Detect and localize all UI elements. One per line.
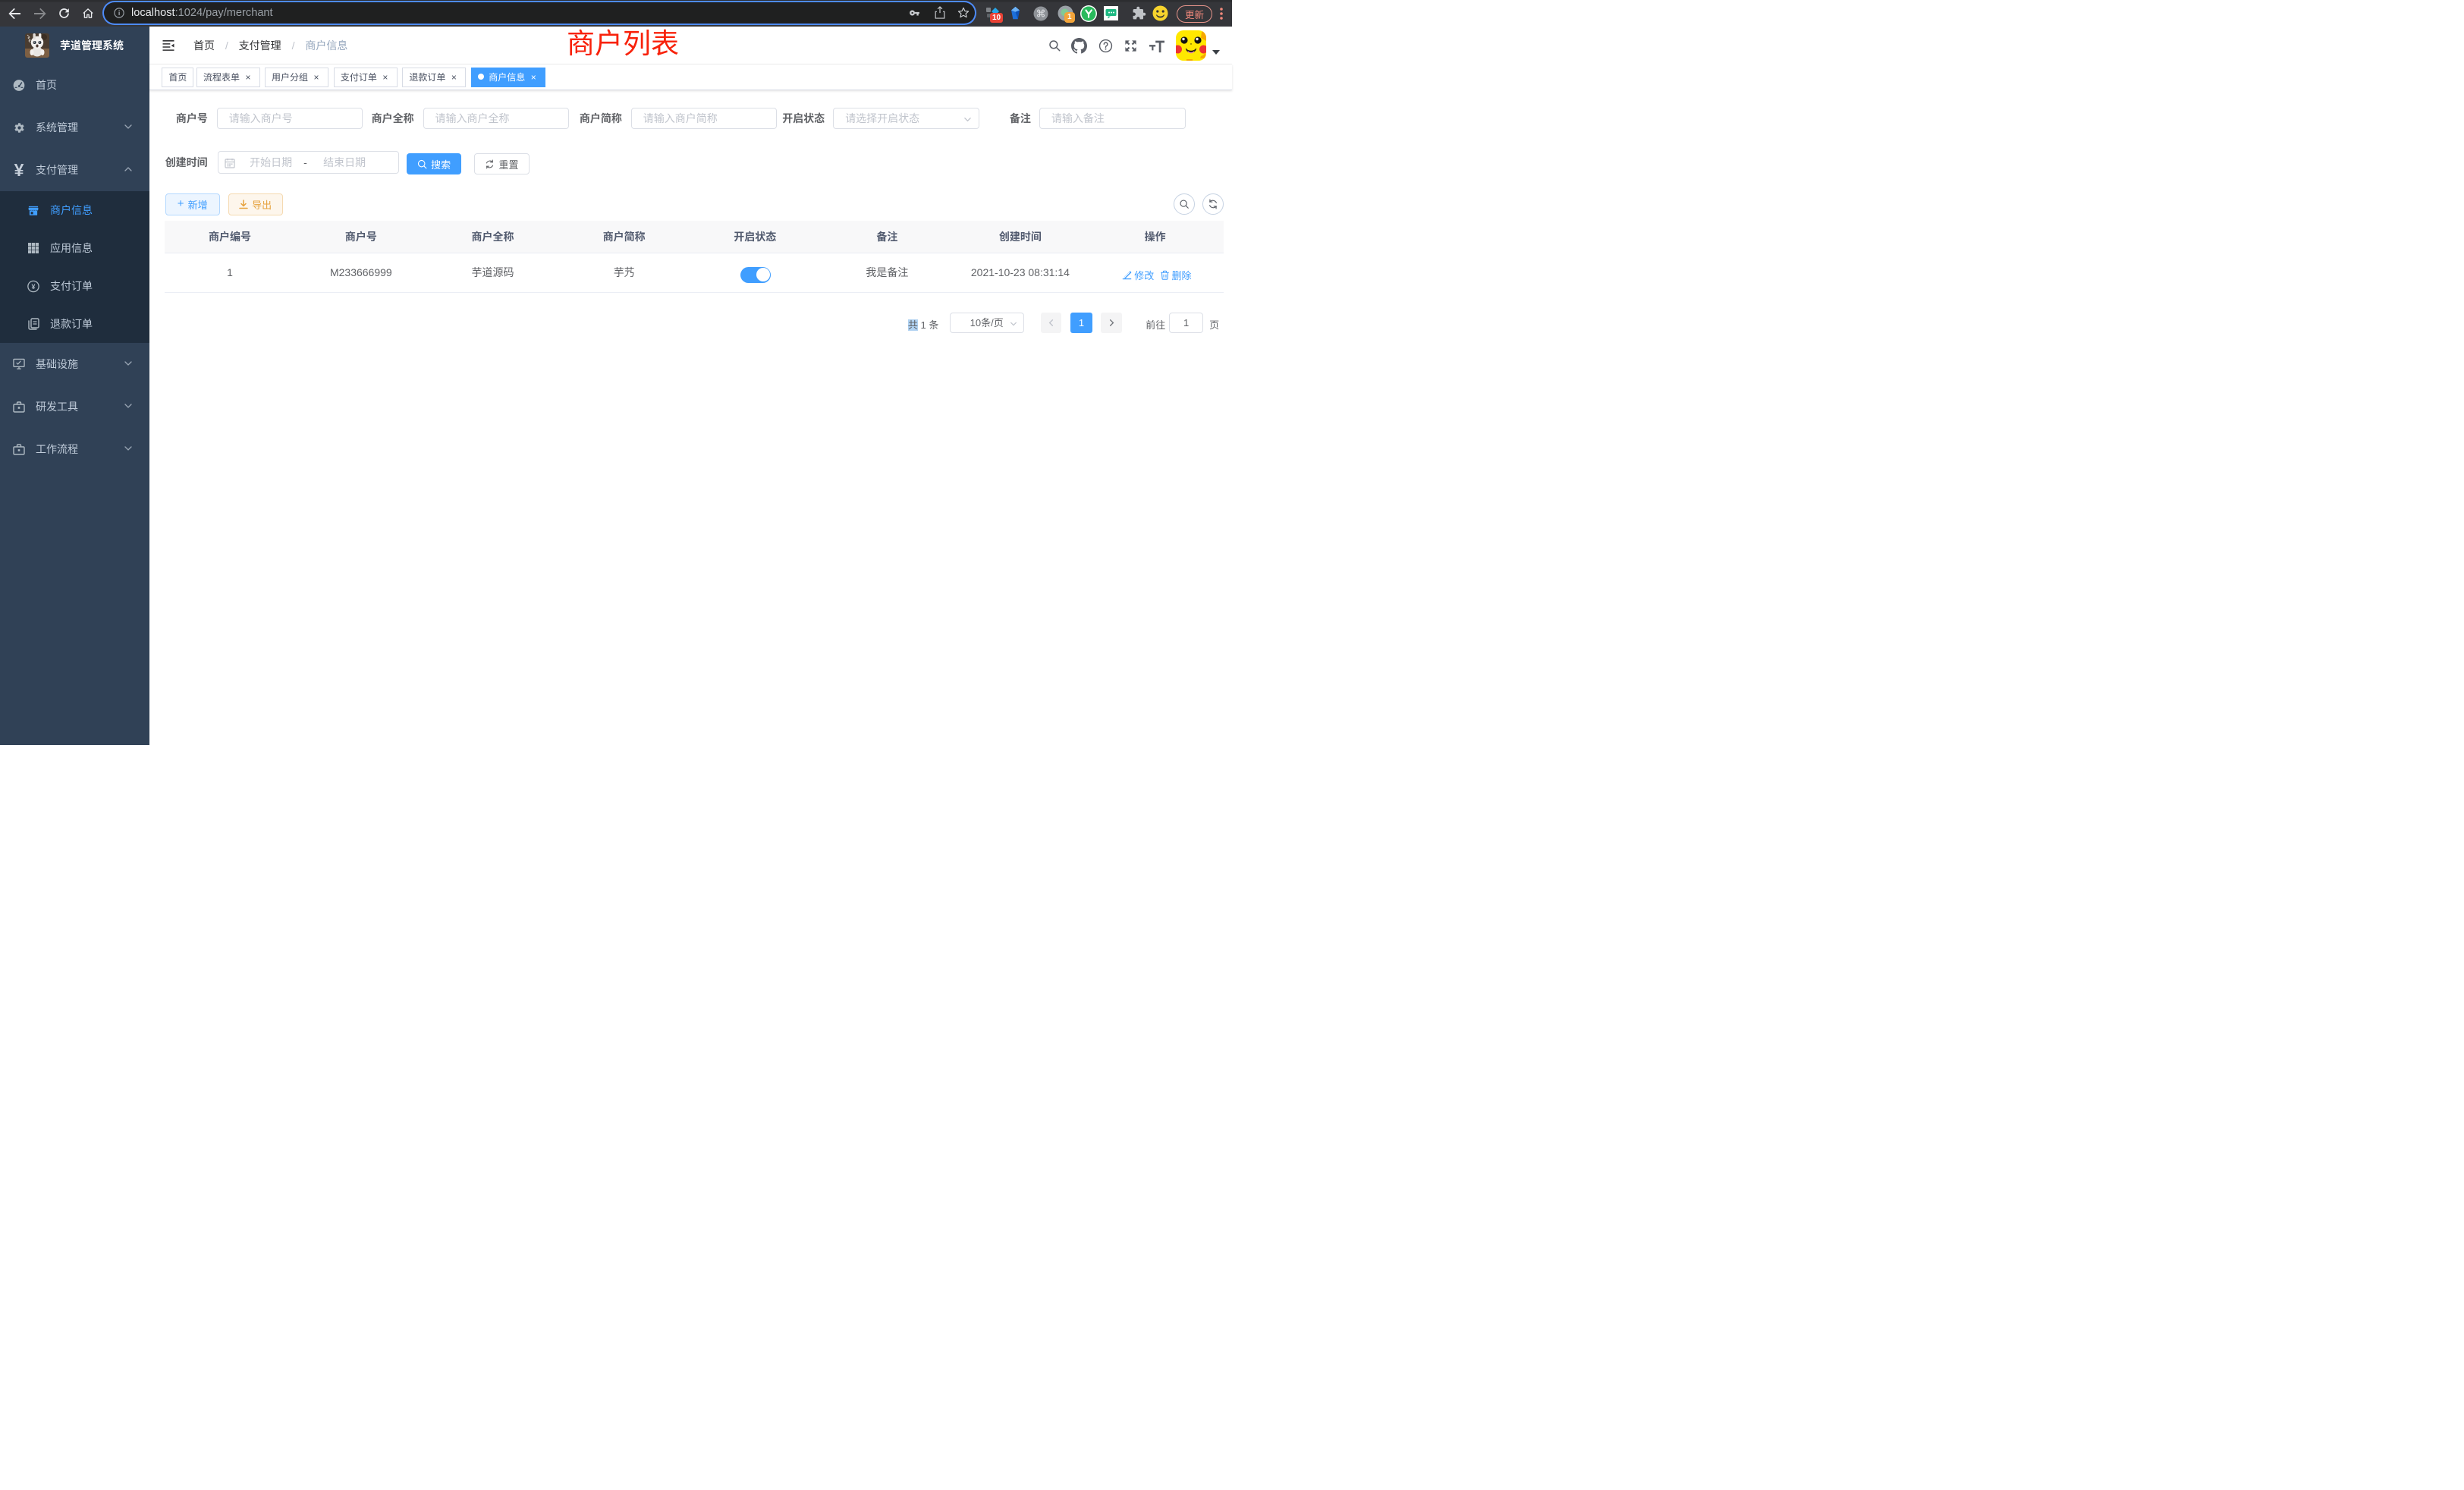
- svg-text:¥: ¥: [32, 282, 36, 290]
- svg-text:⌘: ⌘: [1036, 8, 1046, 19]
